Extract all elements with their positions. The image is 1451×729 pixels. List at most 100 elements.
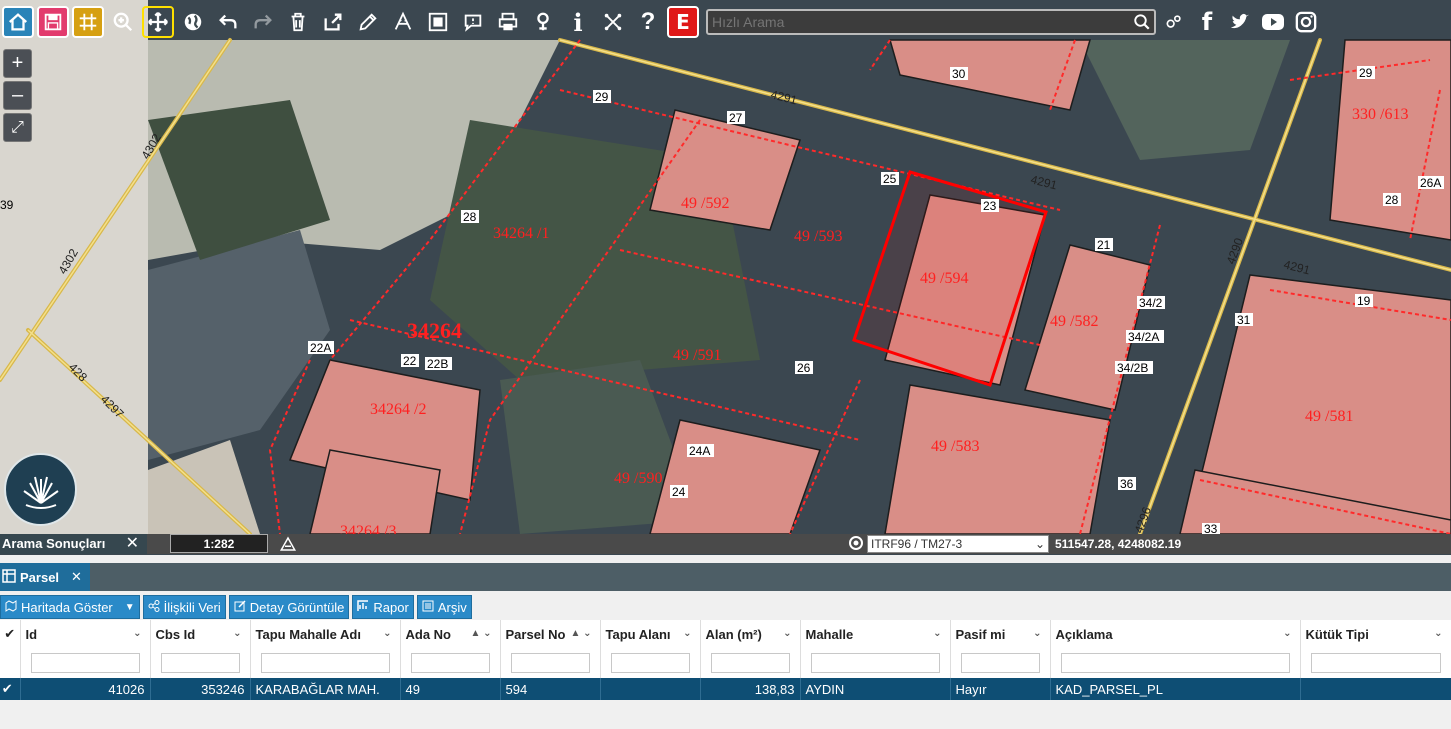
door-number-tag: 22A [308, 341, 334, 355]
column-header-alan[interactable]: Alan (m²) ⌄ [700, 620, 801, 648]
municipality-logo [4, 453, 77, 526]
quick-search[interactable] [706, 9, 1156, 35]
extent-icon[interactable] [422, 6, 454, 38]
door-number-tag: 29 [593, 90, 611, 104]
fullscreen-button[interactable]: ⤢ [3, 113, 32, 142]
info-icon[interactable]: i [562, 6, 594, 38]
panel-tabs: Parsel ✕ [0, 563, 1451, 591]
door-number-tag: 28 [461, 210, 479, 224]
svg-text:22B: 22B [427, 357, 448, 371]
location-pin-icon[interactable] [527, 6, 559, 38]
tab-parsel[interactable]: Parsel ✕ [0, 563, 90, 591]
column-header-id[interactable]: Id ⌄ [20, 620, 151, 648]
filter-input-id[interactable] [30, 653, 140, 673]
redo-icon[interactable] [247, 6, 279, 38]
parcel-label: 49 /591 [673, 347, 721, 364]
twitter-icon[interactable] [1225, 7, 1255, 37]
zoom-icon[interactable] [107, 6, 139, 38]
door-number-tag: 22B [425, 357, 452, 371]
column-header-mahalle[interactable]: Mahalle ⌄ [800, 620, 951, 648]
column-header-pasif[interactable]: Pasif mi ⌄ [950, 620, 1051, 648]
instagram-icon[interactable] [1291, 7, 1321, 37]
print-icon[interactable] [492, 6, 524, 38]
grid-icon[interactable] [72, 6, 104, 38]
report-button[interactable]: Rapor [352, 595, 414, 619]
door-number: 39 [0, 198, 14, 212]
cell-cbs-id: 353246 [150, 678, 251, 700]
door-number-tag: 34/2B [1115, 361, 1153, 375]
search-icon[interactable] [1130, 13, 1154, 31]
filter-input-kutuk-tipi[interactable] [1310, 653, 1441, 673]
coordinate-readout: 511547.28, 4248082.19 [1055, 537, 1182, 551]
network-icon[interactable] [597, 6, 629, 38]
row-checkbox[interactable]: ✔ [0, 678, 21, 700]
filter-input-aciklama[interactable] [1060, 653, 1290, 673]
svg-text:34/2B: 34/2B [1117, 361, 1148, 375]
help-icon[interactable]: ? [632, 6, 664, 38]
comment-icon[interactable] [457, 6, 489, 38]
column-header-tapu-mahalle[interactable]: Tapu Mahalle Adı ⌄ [250, 620, 401, 648]
close-icon[interactable]: ✕ [126, 534, 139, 554]
parcel-label: 34264 /1 [493, 225, 549, 242]
facebook-icon[interactable]: f [1192, 7, 1222, 37]
filter-input-alan[interactable] [710, 653, 790, 673]
cell-parsel-no: 594 [500, 678, 601, 700]
youtube-icon[interactable] [1258, 7, 1288, 37]
button-label: İlişkili Veri [163, 599, 221, 615]
svg-text:30: 30 [952, 67, 966, 81]
column-header-ada-no[interactable]: Ada No ▲ ⌄ [400, 620, 501, 648]
column-header-tapu-alani[interactable]: Tapu Alanı ⌄ [600, 620, 701, 648]
door-number-tag: 30 [950, 67, 968, 81]
search-input[interactable] [708, 14, 1130, 30]
map-canvas[interactable]: 49 /592 49 /593 49 /594 49 /582 34264 /1… [0, 0, 1451, 555]
door-number-tag: 31 [1235, 313, 1253, 327]
globe-icon[interactable] [177, 6, 209, 38]
caret-down-icon[interactable]: ▼ [125, 602, 135, 613]
parcel-label: 330 /613 [1352, 106, 1408, 123]
measure-icon[interactable] [387, 6, 419, 38]
home-icon[interactable] [2, 6, 34, 38]
crs-select[interactable]: ITRF96 / TM27-3 ⌄ [867, 535, 1049, 553]
select-all-checkbox[interactable]: ✔ [0, 620, 21, 648]
map-view[interactable]: 49 /592 49 /593 49 /594 49 /582 34264 /1… [0, 0, 1451, 555]
detail-view-button[interactable]: Detay Görüntüle [228, 595, 350, 619]
save-icon[interactable] [37, 6, 69, 38]
scale-box[interactable]: 1:282 [170, 534, 268, 553]
column-header-cbs-id[interactable]: Cbs Id ⌄ [150, 620, 251, 648]
list-icon [422, 600, 434, 615]
related-data-button[interactable]: İlişkili Veri [142, 595, 226, 619]
distance-icon[interactable] [279, 535, 297, 555]
archive-button[interactable]: Arşiv [416, 595, 472, 619]
column-header-kutuk-tipi[interactable]: Kütük Tipi ⌄ [1300, 620, 1451, 648]
filter-input-parsel-no[interactable] [510, 653, 590, 673]
results-panel: Parsel ✕ Haritada Göster ▼ İlişkili Veri… [0, 563, 1451, 729]
settings-icon[interactable] [1159, 7, 1189, 37]
pencil-icon[interactable] [352, 6, 384, 38]
close-icon[interactable]: ✕ [71, 569, 82, 585]
svg-text:23: 23 [983, 199, 997, 213]
column-header-aciklama[interactable]: Açıklama ⌄ [1050, 620, 1301, 648]
filter-input-cbs-id[interactable] [160, 653, 240, 673]
filter-input-pasif[interactable] [960, 653, 1040, 673]
undo-icon[interactable] [212, 6, 244, 38]
table-row[interactable]: ✔ 41026 353246 KARABAĞLAR MAH. 49 594 13… [0, 678, 1451, 700]
cell-aciklama: KAD_PARSEL_PL [1050, 678, 1301, 700]
trash-icon[interactable] [282, 6, 314, 38]
cell-ada-no: 49 [400, 678, 501, 700]
door-number-tag: 34/2A [1126, 330, 1164, 344]
column-header-parsel-no[interactable]: Parsel No ▲ ⌄ [500, 620, 601, 648]
show-on-map-button[interactable]: Haritada Göster ▼ [0, 595, 140, 619]
top-toolbar: i ? E f [0, 0, 1451, 44]
button-label: Haritada Göster [21, 599, 113, 615]
zoom-out-button[interactable]: – [3, 81, 32, 110]
share-icon[interactable] [317, 6, 349, 38]
e-icon[interactable]: E [667, 6, 699, 38]
filter-input-tapu-mahalle[interactable] [260, 653, 390, 673]
search-results-toggle[interactable]: Arama Sonuçları ✕ [0, 534, 147, 554]
filter-input-mahalle[interactable] [810, 653, 940, 673]
filter-input-ada-no[interactable] [410, 653, 490, 673]
filter-input-tapu-alani[interactable] [610, 653, 690, 673]
zoom-in-button[interactable]: + [3, 49, 32, 78]
crosshair-icon[interactable] [848, 535, 864, 554]
pan-icon[interactable] [142, 6, 174, 38]
